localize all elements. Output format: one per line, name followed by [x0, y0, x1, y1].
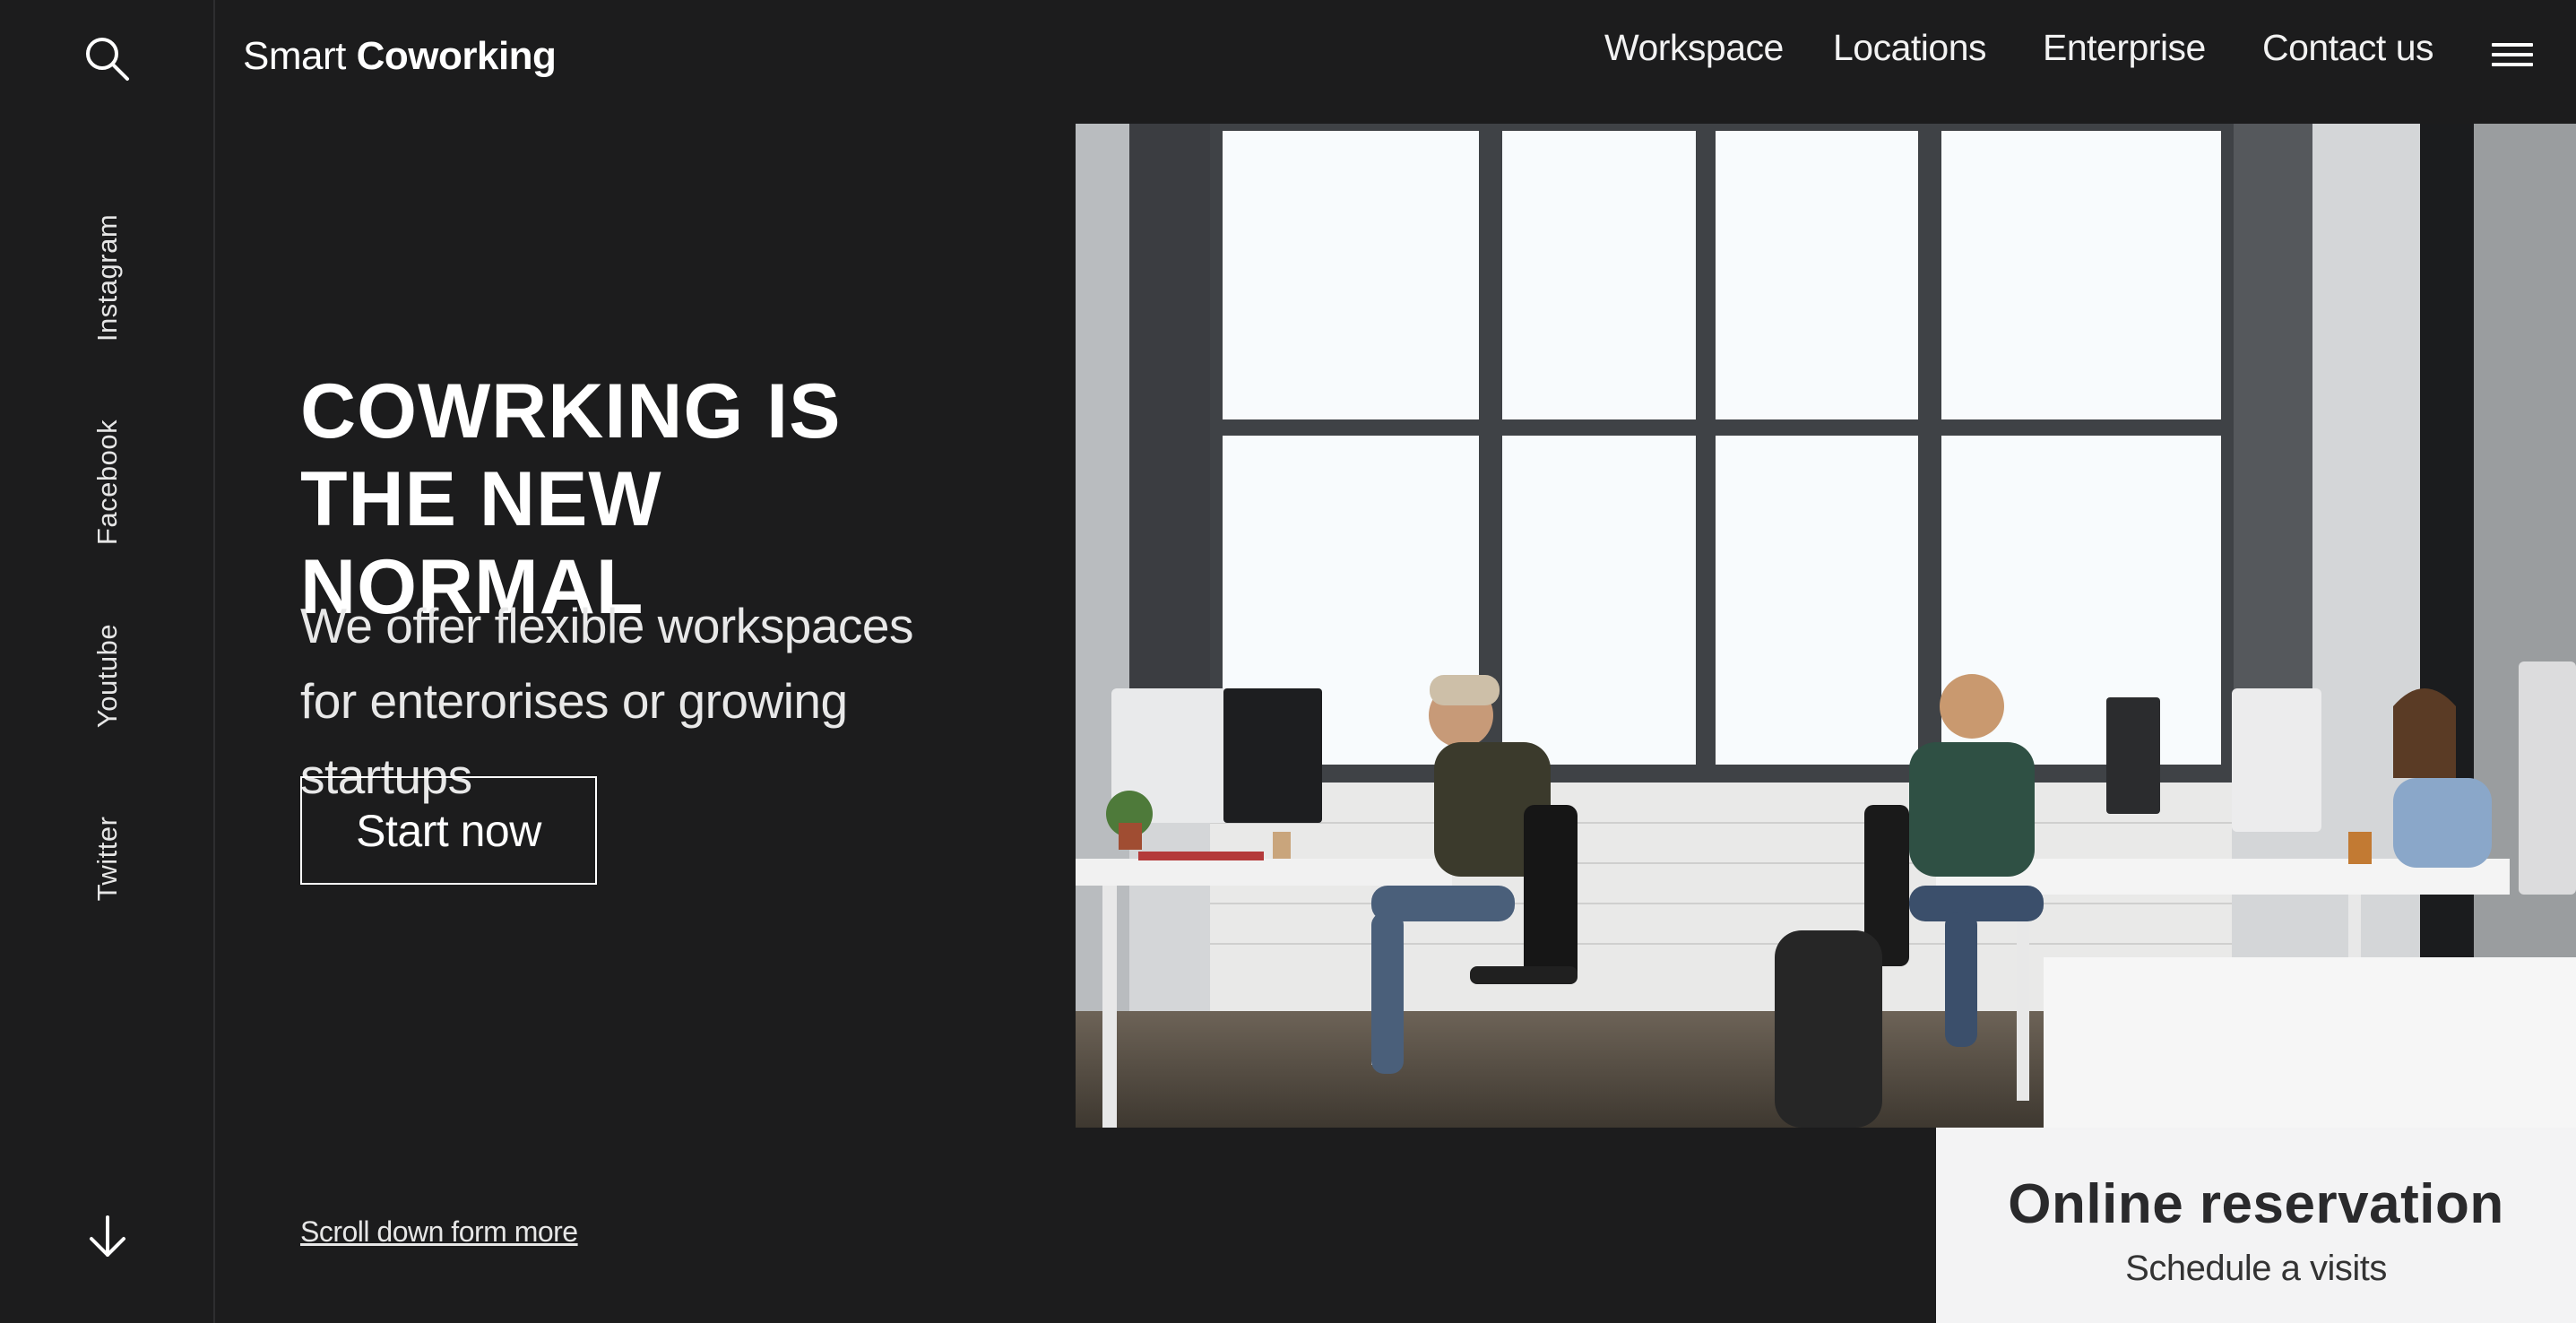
scroll-down-button[interactable]: [84, 1212, 131, 1262]
brand-logo[interactable]: Smart Coworking: [243, 34, 557, 79]
social-link-youtube[interactable]: Youtube: [91, 624, 124, 728]
hamburger-menu-icon[interactable]: [2492, 43, 2533, 70]
nav-enterprise[interactable]: Enterprise: [2043, 27, 2206, 69]
brand-light-text: Smart: [243, 34, 346, 78]
start-now-button[interactable]: Start now: [300, 776, 597, 885]
nav-contact-us[interactable]: Contact us: [2262, 27, 2434, 69]
nav-locations[interactable]: Locations: [1833, 27, 1987, 69]
arrow-down-icon: [90, 1215, 125, 1257]
scroll-down-link[interactable]: Scroll down form more: [300, 1215, 578, 1249]
brand-bold-text: Coworking: [356, 34, 557, 78]
reservation-caption: Schedule a visits: [2125, 1249, 2387, 1288]
social-link-twitter[interactable]: Twitter: [91, 817, 124, 902]
search-icon: [86, 38, 129, 81]
search-button[interactable]: [82, 34, 133, 84]
reservation-title: Online reservation: [2008, 1173, 2504, 1235]
office-photo: [1076, 124, 2576, 1128]
social-link-instagram[interactable]: Instagram: [91, 214, 124, 342]
nav-workspace[interactable]: Workspace: [1604, 27, 1784, 69]
left-rail: Instagram Facebook Youtube Twitter: [0, 0, 215, 1323]
online-reservation-card[interactable]: Online reservation Schedule a visits: [1936, 1128, 2576, 1323]
social-link-facebook[interactable]: Facebook: [91, 419, 124, 545]
hero-image: [1076, 124, 2576, 1128]
